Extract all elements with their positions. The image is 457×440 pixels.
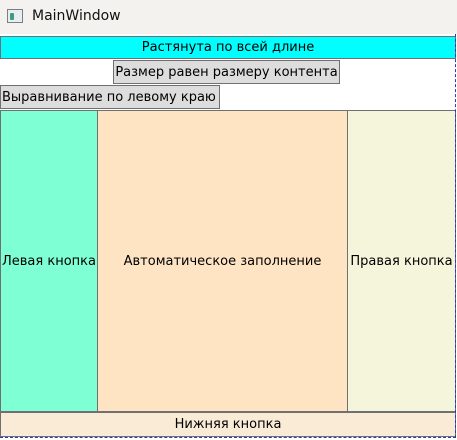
bottom-button[interactable]: Нижняя кнопка	[0, 412, 456, 437]
content-size-button[interactable]: Размер равен размеру контента	[113, 60, 340, 84]
window-title: MainWindow	[32, 8, 121, 24]
left-align-button[interactable]: Выравнивание по левому краю	[0, 85, 220, 109]
window-app-icon	[7, 9, 23, 23]
title-bar: MainWindow	[0, 0, 457, 34]
left-button[interactable]: Левая кнопка	[0, 110, 98, 412]
fill-button[interactable]: Автоматическое заполнение	[97, 110, 348, 412]
stretch-button[interactable]: Растянута по всей длине	[0, 36, 456, 59]
right-button[interactable]: Правая кнопка	[347, 110, 456, 412]
